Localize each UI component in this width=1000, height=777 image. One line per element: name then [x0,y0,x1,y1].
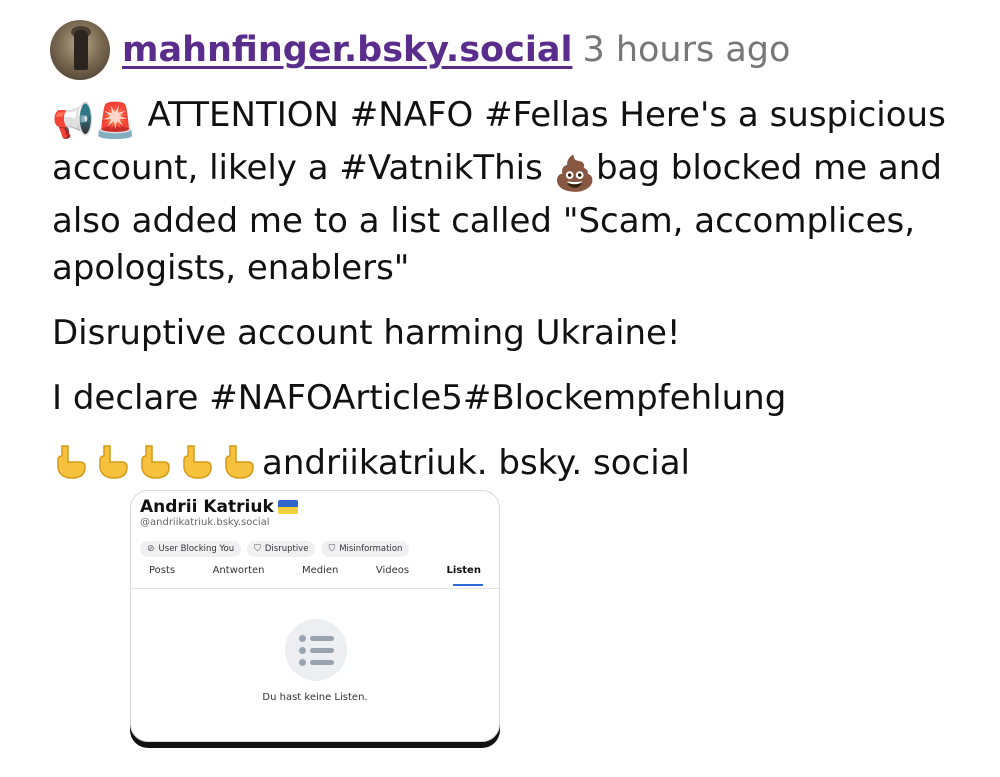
siren-icon: 🚨 [94,101,137,141]
embedded-screenshot[interactable]: Andrii Katriuk @andriikatriuk.bsky.socia… [130,490,500,742]
post-timestamp: 3 hours ago [582,30,791,70]
blocked-icon: ⊘ [147,544,155,554]
point-down-icon [99,445,128,479]
label-user-blocking: ⊘ User Blocking You [140,541,242,557]
point-down-icon [225,445,254,479]
tab-videos[interactable]: Videos [376,565,409,585]
profile-tabs: Posts Antworten Medien Videos Listen [131,565,499,585]
post-header: mahnfinger.bsky.social 3 hours ago [50,20,790,80]
shield-icon: ⛉ [328,544,336,554]
tab-listen[interactable]: Listen [447,565,481,585]
list-icon-dot [299,635,306,642]
list-icon-bar [310,648,334,653]
post-body: 📢🚨 ATTENTION #NAFO #Fellas Here's a susp… [52,92,982,487]
label-misinformation: ⛉ Misinformation [321,541,410,557]
active-tab-indicator [453,584,483,586]
avatar[interactable] [50,20,110,80]
profile-handle: @andriikatriuk.bsky.social [140,517,270,528]
ukraine-flag-icon [277,500,298,514]
label-text: Disruptive [264,544,309,554]
tabs-divider [131,588,499,589]
megaphone-icon: 📢 [52,101,95,141]
avatar-figure-body [74,30,88,70]
poo-icon: 💩 [553,154,596,194]
point-down-icon [57,445,86,479]
label-text: User Blocking You [158,544,235,554]
list-icon-dot [299,647,306,654]
author-link[interactable]: mahnfinger.bsky.social [122,30,572,70]
post-paragraph-3: I declare #NAFOArticle5#Blockempfehlung [52,378,787,418]
label-disruptive: ⛉ Disruptive [247,541,316,557]
post-paragraph-2: Disruptive account harming Ukraine! [52,313,681,353]
tab-posts[interactable]: Posts [149,565,175,585]
label-text: Misinformation [339,544,403,554]
point-down-icon [183,445,212,479]
post-paragraph-1: 📢🚨 ATTENTION #NAFO #Fellas Here's a susp… [52,92,982,292]
list-icon-bar [310,636,334,641]
profile-name-text: Andrii Katriuk [140,497,274,517]
tab-medien[interactable]: Medien [302,565,338,585]
profile-name: Andrii Katriuk [140,497,298,517]
shield-icon: ⛉ [254,544,261,554]
point-down-icon [141,445,170,479]
mentioned-handle[interactable]: andriikatriuk. bsky. social [262,443,690,483]
post-paragraph-4: andriikatriuk. bsky. social [52,440,982,487]
profile-labels: ⊘ User Blocking You ⛉ Disruptive ⛉ Misinfor… [140,541,410,557]
list-icon-bar [310,660,334,665]
list-icon [285,619,347,681]
tab-antworten[interactable]: Antworten [213,565,265,585]
empty-state-text: Du hast keine Listen. [262,692,368,703]
list-icon-dot [299,659,306,666]
